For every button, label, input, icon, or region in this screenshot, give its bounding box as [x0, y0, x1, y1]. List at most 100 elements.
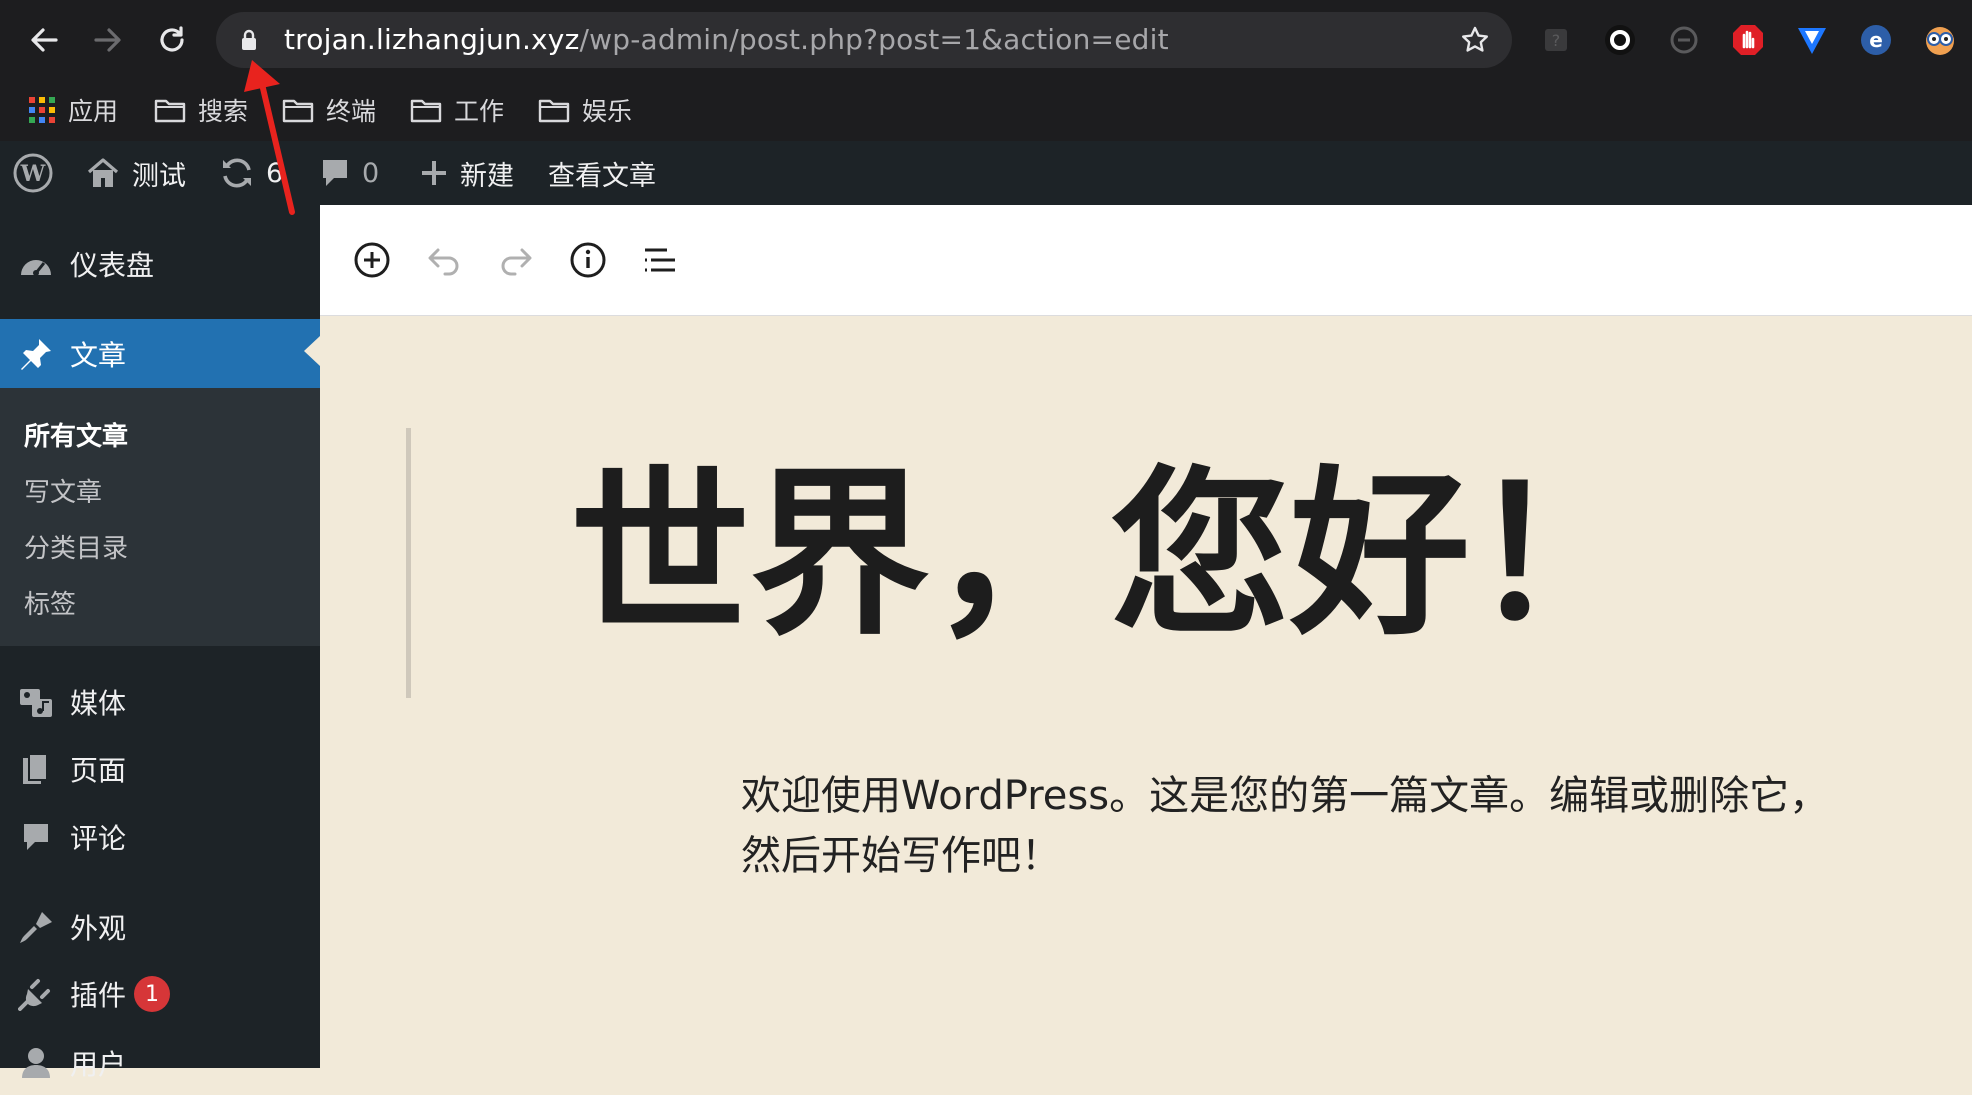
bookmark-label: 工作	[454, 97, 505, 126]
browser-chrome: trojan.lizhangjun.xyz/wp-admin/post.php?…	[0, 0, 1972, 141]
folder-icon	[410, 99, 442, 123]
bookmark-folder-search[interactable]: 搜索	[154, 90, 248, 130]
menu-pages[interactable]: 页面	[0, 737, 320, 801]
updates-menu[interactable]: 6	[220, 141, 283, 205]
menu-label: 外观	[70, 912, 127, 945]
apps-grid-icon	[29, 97, 55, 123]
bookmark-folder-terminal[interactable]: 终端	[282, 90, 376, 130]
updates-icon	[223, 158, 251, 188]
bookmark-star-icon[interactable]	[1460, 25, 1490, 55]
plugin-update-badge: 1	[134, 976, 171, 1012]
url-path: /wp-admin/post.php?post=1&action=edit	[579, 23, 1169, 56]
menu-plugins[interactable]: 插件 1	[0, 962, 320, 1026]
paragraph-line-1: 欢迎使用WordPress。这是您的第一篇文章。编辑或删除它，	[741, 773, 1830, 819]
comments-count: 0	[362, 157, 380, 189]
address-bar[interactable]: trojan.lizhangjun.xyz/wp-admin/post.php?…	[216, 12, 1512, 68]
bookmark-label: 应用	[68, 97, 119, 126]
bookmark-apps[interactable]: 应用	[28, 90, 118, 130]
back-button[interactable]	[20, 18, 68, 62]
submenu-tags[interactable]: 标签	[24, 584, 76, 621]
e-icon[interactable]: e	[1856, 20, 1896, 60]
menu-users[interactable]: 用户	[0, 1031, 320, 1095]
bookmarks-bar: 应用 搜索 终端 工作 娱乐	[0, 84, 1972, 136]
paragraph-line-2: 然后开始写作吧！	[741, 833, 1061, 879]
editor-toolbar	[320, 205, 1972, 316]
menu-label: 页面	[70, 754, 127, 787]
add-block-button[interactable]	[350, 238, 394, 282]
plus-icon	[422, 161, 446, 185]
reload-button[interactable]	[148, 18, 196, 62]
record-icon[interactable]	[1600, 20, 1640, 60]
folder-icon	[154, 99, 186, 123]
outline-icon	[645, 248, 675, 272]
forward-button[interactable]	[84, 18, 132, 62]
new-content-menu[interactable]: 新建	[420, 141, 514, 205]
redo-button[interactable]	[494, 238, 538, 282]
bookmark-folder-work[interactable]: 工作	[410, 90, 504, 130]
pin-icon	[16, 337, 56, 371]
shield-v-icon[interactable]	[1792, 20, 1832, 60]
wordpress-logo-icon: W	[13, 153, 53, 193]
reload-icon	[160, 26, 184, 52]
post-title[interactable]: 世界，您好！	[420, 456, 1800, 656]
plugin-icon	[16, 977, 56, 1011]
admin-menu: 仪表盘 文章 所有文章 写文章 分类目录 标签 媒体 页面 评论 外观 插件 1…	[0, 205, 320, 1081]
bookmark-label: 搜索	[198, 97, 249, 126]
info-icon	[570, 242, 606, 278]
brush-icon	[16, 910, 56, 944]
menu-media[interactable]: 媒体	[0, 670, 320, 734]
menu-label: 用户	[70, 1048, 127, 1081]
comment-icon	[323, 160, 347, 186]
editor-canvas: 世界，您好！ 欢迎使用WordPress。这是您的第一篇文章。编辑或删除它， 然…	[320, 316, 1972, 1068]
bookmark-label: 娱乐	[582, 97, 633, 126]
browser-toolbar: trojan.lizhangjun.xyz/wp-admin/post.php?…	[0, 0, 1972, 80]
pages-icon	[16, 752, 56, 786]
menu-posts[interactable]: 文章	[0, 319, 320, 388]
adblock-hand-icon[interactable]	[1728, 20, 1768, 60]
view-post-link[interactable]: 查看文章	[548, 141, 656, 205]
submenu-categories[interactable]: 分类目录	[24, 528, 128, 565]
menu-comments[interactable]: 评论	[0, 805, 320, 869]
post-paragraph[interactable]: 欢迎使用WordPress。这是您的第一篇文章。编辑或删除它， 然后开始写作吧！	[741, 766, 1901, 886]
lock-icon	[242, 29, 256, 50]
svg-text:e: e	[1869, 28, 1883, 52]
puzzle-icon[interactable]: ?	[1536, 20, 1576, 60]
comment-icon	[16, 821, 56, 853]
menu-dashboard[interactable]: 仪表盘	[0, 232, 320, 296]
submenu-all-posts[interactable]: 所有文章	[24, 416, 128, 453]
menu-appearance[interactable]: 外观	[0, 895, 320, 959]
bookmark-label: 终端	[326, 97, 377, 126]
user-icon	[16, 1046, 56, 1080]
home-icon	[87, 158, 119, 187]
block-navigation-button[interactable]	[638, 238, 682, 282]
redo-icon	[501, 248, 532, 276]
details-button[interactable]	[566, 238, 610, 282]
bookmark-folder-entertainment[interactable]: 娱乐	[538, 90, 632, 130]
folder-icon	[282, 99, 314, 123]
menu-label: 评论	[70, 822, 127, 855]
svg-text:W: W	[20, 161, 46, 187]
menu-label: 插件	[70, 979, 127, 1012]
add-block-icon	[354, 242, 390, 278]
updates-count: 6	[266, 157, 284, 189]
undo-button[interactable]	[422, 238, 466, 282]
site-name-menu[interactable]: 测试	[86, 141, 186, 205]
active-indicator	[304, 336, 320, 366]
owl-icon[interactable]	[1920, 20, 1960, 60]
undo-icon	[428, 248, 459, 276]
back-arrow-icon	[31, 28, 58, 52]
url-host: trojan.lizhangjun.xyz	[284, 23, 580, 56]
dashboard-icon	[16, 249, 56, 279]
view-post-label: 查看文章	[548, 160, 656, 192]
new-label: 新建	[460, 160, 514, 192]
sync-icon[interactable]	[1664, 20, 1704, 60]
title-block-indicator	[406, 428, 411, 698]
wp-logo-menu[interactable]: W	[12, 141, 54, 205]
svg-text:?: ?	[1552, 31, 1561, 50]
url-text: trojan.lizhangjun.xyz/wp-admin/post.php?…	[284, 24, 1169, 56]
comments-menu[interactable]: 0	[320, 141, 379, 205]
site-name: 测试	[132, 160, 186, 192]
menu-label: 文章	[70, 338, 127, 372]
submenu-write-post[interactable]: 写文章	[24, 472, 102, 509]
media-icon	[16, 685, 56, 719]
